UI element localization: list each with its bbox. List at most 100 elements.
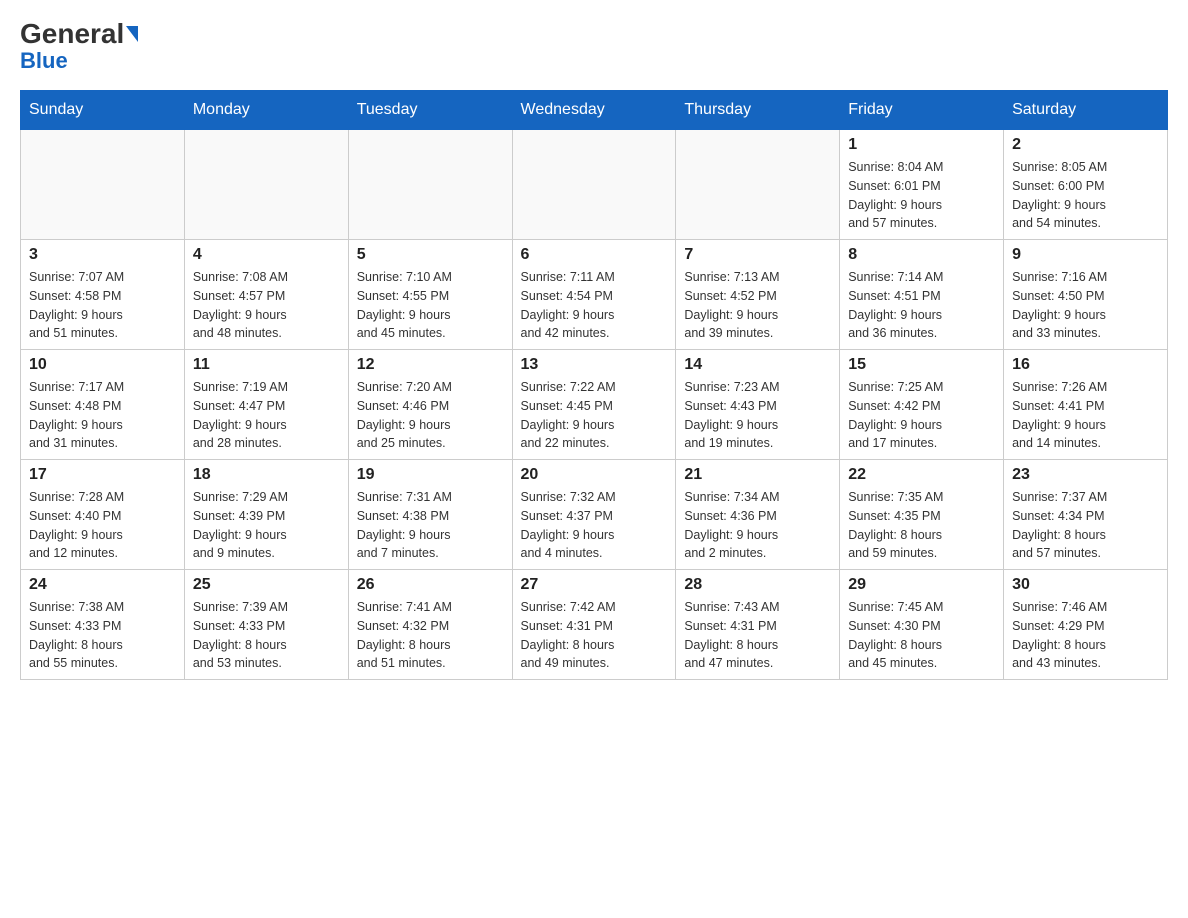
day-number: 7 xyxy=(684,246,831,264)
day-number: 3 xyxy=(29,246,176,264)
day-number: 9 xyxy=(1012,246,1159,264)
day-info: Sunrise: 7:34 AM Sunset: 4:36 PM Dayligh… xyxy=(684,488,831,563)
calendar-cell: 5Sunrise: 7:10 AM Sunset: 4:55 PM Daylig… xyxy=(348,240,512,350)
week-row-2: 3 Sunrise: 7:07 AM Sunset: 4:58 PM Daylig… xyxy=(21,240,1168,350)
calendar-cell xyxy=(21,130,185,240)
calendar-cell xyxy=(184,130,348,240)
calendar-cell: 18 Sunrise: 7:29 AM Sunset: 4:39 PM Dayli… xyxy=(184,460,348,570)
calendar-cell: 15 Sunrise: 7:25 AM Sunset: 4:42 PM Dayli… xyxy=(840,350,1004,460)
day-info: Sunrise: 7:37 AM Sunset: 4:34 PM Dayligh… xyxy=(1012,488,1159,563)
calendar-cell: 1 Sunrise: 8:04 AM Sunset: 6:01 PM Daylig… xyxy=(840,130,1004,240)
day-info: Sunrise: 7:16 AM Sunset: 4:50 PM Dayligh… xyxy=(1012,268,1159,343)
day-info: Sunrise: 7:42 AM Sunset: 4:31 PM Dayligh… xyxy=(521,598,668,673)
day-info: Sunrise: 7:38 AM Sunset: 4:33 PM Dayligh… xyxy=(29,598,176,673)
day-number: 21 xyxy=(684,466,831,484)
day-info: Sunrise: 7:41 AM Sunset: 4:32 PM Dayligh… xyxy=(357,598,504,673)
calendar-cell: 13 Sunrise: 7:22 AM Sunset: 4:45 PM Dayli… xyxy=(512,350,676,460)
day-info: Sunrise: 7:13 AM Sunset: 4:52 PM Dayligh… xyxy=(684,268,831,343)
day-info: Sunrise: 7:14 AM Sunset: 4:51 PM Dayligh… xyxy=(848,268,995,343)
day-info: Sunrise: 7:19 AM Sunset: 4:47 PM Dayligh… xyxy=(193,378,340,453)
calendar-cell: 3 Sunrise: 7:07 AM Sunset: 4:58 PM Daylig… xyxy=(21,240,185,350)
logo-blue: Blue xyxy=(20,48,68,74)
calendar-table: SundayMondayTuesdayWednesdayThursdayFrid… xyxy=(20,90,1168,680)
day-number: 24 xyxy=(29,576,176,594)
calendar-cell: 17 Sunrise: 7:28 AM Sunset: 4:40 PM Dayli… xyxy=(21,460,185,570)
day-number: 4 xyxy=(193,246,340,264)
day-number: 14 xyxy=(684,356,831,374)
week-row-5: 24 Sunrise: 7:38 AM Sunset: 4:33 PM Dayli… xyxy=(21,570,1168,680)
calendar-cell: 30 Sunrise: 7:46 AM Sunset: 4:29 PM Dayli… xyxy=(1004,570,1168,680)
day-number: 16 xyxy=(1012,356,1159,374)
day-info: Sunrise: 8:05 AM Sunset: 6:00 PM Dayligh… xyxy=(1012,158,1159,233)
calendar-cell: 4 Sunrise: 7:08 AM Sunset: 4:57 PM Daylig… xyxy=(184,240,348,350)
day-info: Sunrise: 7:11 AM Sunset: 4:54 PM Dayligh… xyxy=(521,268,668,343)
day-info: Sunrise: 7:20 AM Sunset: 4:46 PM Dayligh… xyxy=(357,378,504,453)
day-number: 23 xyxy=(1012,466,1159,484)
calendar-cell: 12 Sunrise: 7:20 AM Sunset: 4:46 PM Dayli… xyxy=(348,350,512,460)
weekday-header-tuesday: Tuesday xyxy=(348,91,512,130)
day-info: Sunrise: 7:07 AM Sunset: 4:58 PM Dayligh… xyxy=(29,268,176,343)
day-number: 20 xyxy=(521,466,668,484)
day-number: 15 xyxy=(848,356,995,374)
calendar-cell xyxy=(676,130,840,240)
weekday-header-row: SundayMondayTuesdayWednesdayThursdayFrid… xyxy=(21,91,1168,130)
day-number: 19 xyxy=(357,466,504,484)
day-number: 11 xyxy=(193,356,340,374)
calendar-cell: 11 Sunrise: 7:19 AM Sunset: 4:47 PM Dayli… xyxy=(184,350,348,460)
weekday-header-monday: Monday xyxy=(184,91,348,130)
day-number: 18 xyxy=(193,466,340,484)
day-info: Sunrise: 7:31 AM Sunset: 4:38 PM Dayligh… xyxy=(357,488,504,563)
calendar-cell: 7 Sunrise: 7:13 AM Sunset: 4:52 PM Daylig… xyxy=(676,240,840,350)
week-row-1: 1 Sunrise: 8:04 AM Sunset: 6:01 PM Daylig… xyxy=(21,130,1168,240)
calendar-cell: 25 Sunrise: 7:39 AM Sunset: 4:33 PM Dayli… xyxy=(184,570,348,680)
day-info: Sunrise: 7:28 AM Sunset: 4:40 PM Dayligh… xyxy=(29,488,176,563)
logo-triangle-icon xyxy=(126,26,138,42)
day-number: 29 xyxy=(848,576,995,594)
day-info: Sunrise: 7:17 AM Sunset: 4:48 PM Dayligh… xyxy=(29,378,176,453)
day-number: 6 xyxy=(521,246,668,264)
logo-general: General xyxy=(20,20,124,48)
day-number: 13 xyxy=(521,356,668,374)
day-info: Sunrise: 7:22 AM Sunset: 4:45 PM Dayligh… xyxy=(521,378,668,453)
calendar-cell: 26Sunrise: 7:41 AM Sunset: 4:32 PM Dayli… xyxy=(348,570,512,680)
day-number: 8 xyxy=(848,246,995,264)
calendar-cell xyxy=(512,130,676,240)
day-info: Sunrise: 7:25 AM Sunset: 4:42 PM Dayligh… xyxy=(848,378,995,453)
weekday-header-wednesday: Wednesday xyxy=(512,91,676,130)
day-info: Sunrise: 7:46 AM Sunset: 4:29 PM Dayligh… xyxy=(1012,598,1159,673)
day-number: 17 xyxy=(29,466,176,484)
weekday-header-thursday: Thursday xyxy=(676,91,840,130)
calendar-cell: 8 Sunrise: 7:14 AM Sunset: 4:51 PM Daylig… xyxy=(840,240,1004,350)
calendar-cell: 20Sunrise: 7:32 AM Sunset: 4:37 PM Dayli… xyxy=(512,460,676,570)
day-info: Sunrise: 7:23 AM Sunset: 4:43 PM Dayligh… xyxy=(684,378,831,453)
calendar-cell: 2Sunrise: 8:05 AM Sunset: 6:00 PM Daylig… xyxy=(1004,130,1168,240)
calendar-cell: 22Sunrise: 7:35 AM Sunset: 4:35 PM Dayli… xyxy=(840,460,1004,570)
calendar-cell: 27 Sunrise: 7:42 AM Sunset: 4:31 PM Dayli… xyxy=(512,570,676,680)
day-info: Sunrise: 7:39 AM Sunset: 4:33 PM Dayligh… xyxy=(193,598,340,673)
day-number: 10 xyxy=(29,356,176,374)
calendar-cell: 28Sunrise: 7:43 AM Sunset: 4:31 PM Dayli… xyxy=(676,570,840,680)
week-row-3: 10 Sunrise: 7:17 AM Sunset: 4:48 PM Dayli… xyxy=(21,350,1168,460)
weekday-header-friday: Friday xyxy=(840,91,1004,130)
week-row-4: 17 Sunrise: 7:28 AM Sunset: 4:40 PM Dayli… xyxy=(21,460,1168,570)
page-header: General Blue xyxy=(20,20,1168,74)
day-number: 27 xyxy=(521,576,668,594)
calendar-cell: 6 Sunrise: 7:11 AM Sunset: 4:54 PM Daylig… xyxy=(512,240,676,350)
day-number: 12 xyxy=(357,356,504,374)
calendar-cell: 24 Sunrise: 7:38 AM Sunset: 4:33 PM Dayli… xyxy=(21,570,185,680)
calendar-cell: 23 Sunrise: 7:37 AM Sunset: 4:34 PM Dayli… xyxy=(1004,460,1168,570)
day-info: Sunrise: 7:29 AM Sunset: 4:39 PM Dayligh… xyxy=(193,488,340,563)
calendar-cell: 29Sunrise: 7:45 AM Sunset: 4:30 PM Dayli… xyxy=(840,570,1004,680)
day-info: Sunrise: 8:04 AM Sunset: 6:01 PM Dayligh… xyxy=(848,158,995,233)
day-number: 1 xyxy=(848,136,995,154)
day-number: 25 xyxy=(193,576,340,594)
day-info: Sunrise: 7:08 AM Sunset: 4:57 PM Dayligh… xyxy=(193,268,340,343)
calendar-cell: 16 Sunrise: 7:26 AM Sunset: 4:41 PM Dayli… xyxy=(1004,350,1168,460)
day-info: Sunrise: 7:10 AM Sunset: 4:55 PM Dayligh… xyxy=(357,268,504,343)
calendar-cell: 19 Sunrise: 7:31 AM Sunset: 4:38 PM Dayli… xyxy=(348,460,512,570)
calendar-cell xyxy=(348,130,512,240)
day-info: Sunrise: 7:26 AM Sunset: 4:41 PM Dayligh… xyxy=(1012,378,1159,453)
day-number: 22 xyxy=(848,466,995,484)
day-number: 30 xyxy=(1012,576,1159,594)
logo: General Blue xyxy=(20,20,138,74)
